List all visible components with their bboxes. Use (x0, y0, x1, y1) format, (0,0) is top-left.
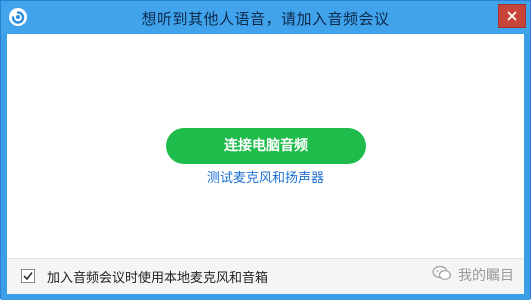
dialog-body: 连接电脑音频 测试麦克风和扬声器 (7, 34, 524, 258)
dialog-title: 想听到其他人语音，请加入音频会议 (141, 10, 390, 28)
connect-computer-audio-button[interactable]: 连接电脑音频 (166, 128, 366, 164)
window-bottom-border (1, 294, 530, 300)
title-bar[interactable]: 想听到其他人语音，请加入音频会议 (1, 1, 530, 34)
use-local-audio-checkbox[interactable] (21, 269, 35, 283)
watermark: 我的瞩目 (432, 265, 514, 285)
test-mic-speaker-link[interactable]: 测试麦克风和扬声器 (7, 167, 524, 186)
wechat-icon (432, 265, 452, 285)
watermark-text: 我的瞩目 (458, 268, 514, 284)
close-icon (507, 11, 517, 21)
use-local-audio-label: 加入音频会议时使用本地麦克风和音箱 (47, 271, 269, 286)
checkmark-icon (23, 272, 33, 281)
audio-conference-dialog: 想听到其他人语音，请加入音频会议 连接电脑音频 测试麦克风和扬声器 加入音频会议… (0, 0, 531, 300)
dialog-footer: 加入音频会议时使用本地麦克风和音箱 我的瞩目 (7, 258, 524, 294)
close-button[interactable] (498, 4, 526, 28)
